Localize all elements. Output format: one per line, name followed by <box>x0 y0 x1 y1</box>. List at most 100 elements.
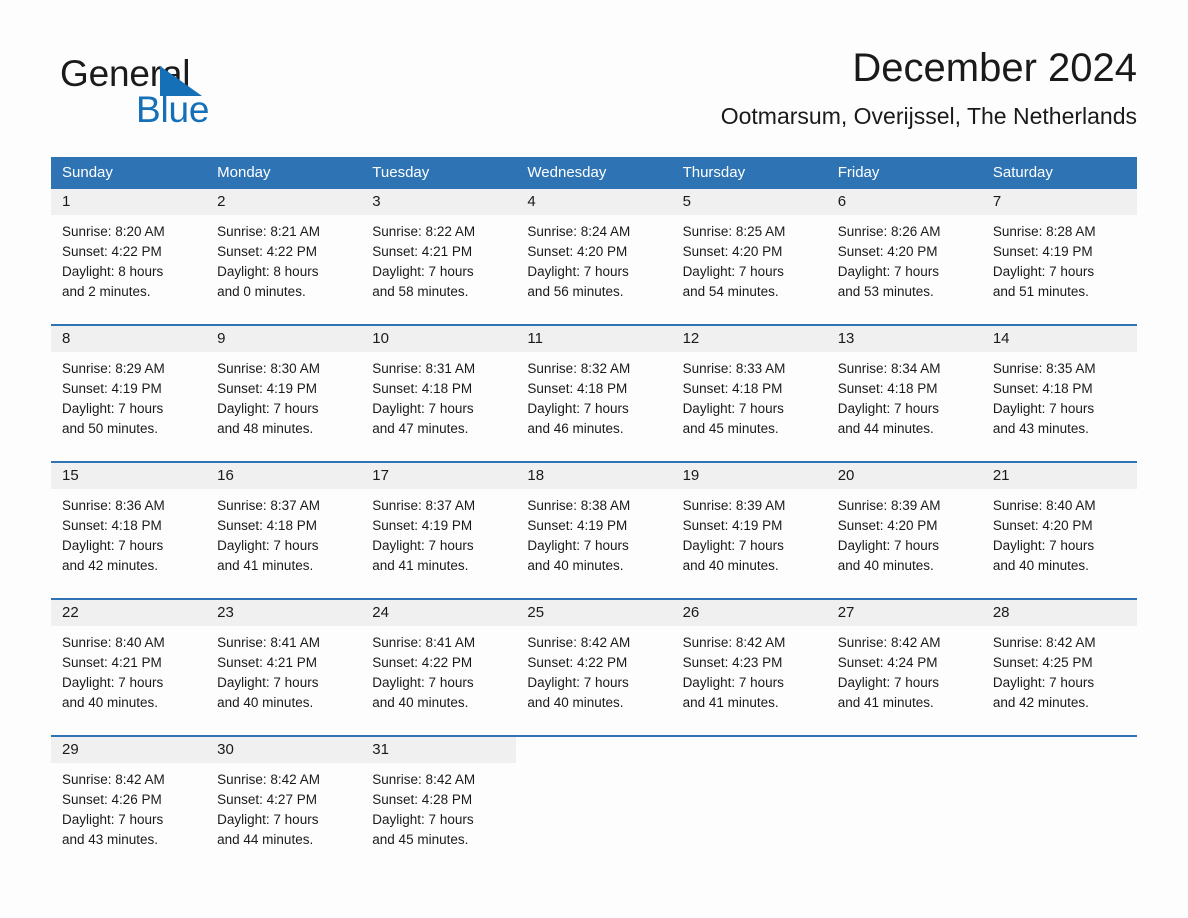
daylight-text-line2: and 40 minutes. <box>527 558 624 573</box>
sunrise-text: Sunrise: 8:29 AM <box>62 361 165 376</box>
day-details: Sunrise: 8:42 AM Sunset: 4:23 PM Dayligh… <box>672 626 827 713</box>
weekday-header-row: Sunday Monday Tuesday Wednesday Thursday… <box>51 157 1137 189</box>
calendar-day-cell[interactable]: 12 Sunrise: 8:33 AM Sunset: 4:18 PM Dayl… <box>671 326 827 461</box>
day-number: 31 <box>361 737 517 763</box>
daylight-text-line1: Daylight: 7 hours <box>682 401 784 416</box>
sunrise-text: Sunrise: 8:42 AM <box>527 635 631 650</box>
calendar-day-cell[interactable]: 1 Sunrise: 8:20 AM Sunset: 4:22 PM Dayli… <box>51 189 207 324</box>
daylight-text-line2: and 40 minutes. <box>217 695 314 710</box>
sunset-text: Sunset: 4:20 PM <box>992 518 1093 533</box>
calendar-day-cell[interactable]: 26 Sunrise: 8:42 AM Sunset: 4:23 PM Dayl… <box>671 600 827 735</box>
sunrise-text: Sunrise: 8:40 AM <box>992 498 1096 513</box>
day-number: 14 <box>981 326 1137 352</box>
sunrise-text: Sunrise: 8:36 AM <box>62 498 165 513</box>
calendar-week-row: 1 Sunrise: 8:20 AM Sunset: 4:22 PM Dayli… <box>51 189 1137 324</box>
calendar-day-cell[interactable]: 7 Sunrise: 8:28 AM Sunset: 4:19 PM Dayli… <box>981 189 1137 324</box>
daylight-text-line2: and 56 minutes. <box>527 284 624 299</box>
day-number: 10 <box>361 326 517 352</box>
calendar-day-cell[interactable]: 20 Sunrise: 8:39 AM Sunset: 4:20 PM Dayl… <box>826 463 982 598</box>
daylight-text-line1: Daylight: 7 hours <box>62 401 164 416</box>
calendar-day-cell[interactable]: 4 Sunrise: 8:24 AM Sunset: 4:20 PM Dayli… <box>516 189 672 324</box>
calendar-day-cell[interactable]: 14 Sunrise: 8:35 AM Sunset: 4:18 PM Dayl… <box>981 326 1137 461</box>
day-details: Sunrise: 8:42 AM Sunset: 4:22 PM Dayligh… <box>516 626 671 713</box>
sunset-text: Sunset: 4:21 PM <box>372 244 473 259</box>
sunset-text: Sunset: 4:22 PM <box>527 655 628 670</box>
daylight-text-line2: and 2 minutes. <box>62 284 151 299</box>
daylight-text-line2: and 45 minutes. <box>372 832 469 847</box>
sunset-text: Sunset: 4:22 PM <box>372 655 473 670</box>
calendar-day-cell[interactable]: 17 Sunrise: 8:37 AM Sunset: 4:19 PM Dayl… <box>361 463 517 598</box>
daylight-text-line1: Daylight: 7 hours <box>62 538 164 553</box>
day-number: 22 <box>51 600 207 626</box>
day-number: 20 <box>826 463 982 489</box>
day-number: 23 <box>206 600 362 626</box>
sunset-text: Sunset: 4:18 PM <box>527 381 628 396</box>
sunset-text: Sunset: 4:18 PM <box>217 518 317 533</box>
calendar-day-cell[interactable]: 27 Sunrise: 8:42 AM Sunset: 4:24 PM Dayl… <box>826 600 982 735</box>
calendar-day-cell[interactable]: 5 Sunrise: 8:25 AM Sunset: 4:20 PM Dayli… <box>671 189 827 324</box>
weekday-header-sunday: Sunday <box>62 164 113 181</box>
sunset-text: Sunset: 4:19 PM <box>527 518 628 533</box>
calendar-day-cell[interactable]: 25 Sunrise: 8:42 AM Sunset: 4:22 PM Dayl… <box>516 600 672 735</box>
daylight-text-line1: Daylight: 7 hours <box>992 538 1095 553</box>
calendar-day-cell[interactable]: 23 Sunrise: 8:41 AM Sunset: 4:21 PM Dayl… <box>206 600 362 735</box>
weekday-header-saturday: Saturday <box>992 164 1053 181</box>
sunrise-text: Sunrise: 8:39 AM <box>837 498 941 513</box>
sunrise-text: Sunrise: 8:20 AM <box>62 224 165 239</box>
sunset-text: Sunset: 4:19 PM <box>372 518 473 533</box>
calendar-day-cell[interactable]: 24 Sunrise: 8:41 AM Sunset: 4:22 PM Dayl… <box>361 600 517 735</box>
daylight-text-line1: Daylight: 7 hours <box>217 675 319 690</box>
day-details: Sunrise: 8:26 AM Sunset: 4:20 PM Dayligh… <box>827 215 982 302</box>
calendar-day-cell[interactable]: 30 Sunrise: 8:42 AM Sunset: 4:27 PM Dayl… <box>206 737 362 872</box>
day-details: Sunrise: 8:42 AM Sunset: 4:26 PM Dayligh… <box>51 763 206 850</box>
daylight-text-line1: Daylight: 7 hours <box>527 538 629 553</box>
calendar-day-cell[interactable]: 9 Sunrise: 8:30 AM Sunset: 4:19 PM Dayli… <box>206 326 362 461</box>
calendar-day-cell[interactable]: 11 Sunrise: 8:32 AM Sunset: 4:18 PM Dayl… <box>516 326 672 461</box>
day-details: Sunrise: 8:33 AM Sunset: 4:18 PM Dayligh… <box>672 352 827 439</box>
day-details: Sunrise: 8:34 AM Sunset: 4:18 PM Dayligh… <box>827 352 982 439</box>
sunset-text: Sunset: 4:18 PM <box>62 518 162 533</box>
daylight-text-line1: Daylight: 7 hours <box>992 675 1095 690</box>
calendar-day-cell[interactable]: 22 Sunrise: 8:40 AM Sunset: 4:21 PM Dayl… <box>51 600 207 735</box>
daylight-text-line2: and 40 minutes. <box>372 695 469 710</box>
sunset-text: Sunset: 4:22 PM <box>62 244 162 259</box>
day-details: Sunrise: 8:21 AM Sunset: 4:22 PM Dayligh… <box>206 215 361 302</box>
sunrise-text: Sunrise: 8:39 AM <box>682 498 786 513</box>
day-number: 5 <box>671 189 827 215</box>
calendar-day-cell[interactable]: 29 Sunrise: 8:42 AM Sunset: 4:26 PM Dayl… <box>51 737 207 872</box>
day-number: 25 <box>516 600 672 626</box>
daylight-text-line1: Daylight: 8 hours <box>217 264 319 279</box>
calendar-day-cell[interactable]: 13 Sunrise: 8:34 AM Sunset: 4:18 PM Dayl… <box>826 326 982 461</box>
calendar-day-cell[interactable]: 19 Sunrise: 8:39 AM Sunset: 4:19 PM Dayl… <box>671 463 827 598</box>
calendar-day-cell[interactable]: 6 Sunrise: 8:26 AM Sunset: 4:20 PM Dayli… <box>826 189 982 324</box>
day-details: Sunrise: 8:32 AM Sunset: 4:18 PM Dayligh… <box>516 352 671 439</box>
sunset-text: Sunset: 4:19 PM <box>682 518 783 533</box>
daylight-text-line1: Daylight: 7 hours <box>372 675 474 690</box>
calendar-day-cell[interactable]: 10 Sunrise: 8:31 AM Sunset: 4:18 PM Dayl… <box>361 326 517 461</box>
sunset-text: Sunset: 4:18 PM <box>992 381 1093 396</box>
calendar-day-cell[interactable]: 3 Sunrise: 8:22 AM Sunset: 4:21 PM Dayli… <box>361 189 517 324</box>
day-details: Sunrise: 8:41 AM Sunset: 4:22 PM Dayligh… <box>361 626 516 713</box>
sunrise-text: Sunrise: 8:26 AM <box>837 224 941 239</box>
calendar-day-cell[interactable]: 31 Sunrise: 8:42 AM Sunset: 4:28 PM Dayl… <box>361 737 517 872</box>
title-block: December 2024 Ootmarsum, Overijssel, The… <box>721 44 1137 130</box>
day-details: Sunrise: 8:42 AM Sunset: 4:28 PM Dayligh… <box>361 763 516 850</box>
calendar-day-cell[interactable]: 2 Sunrise: 8:21 AM Sunset: 4:22 PM Dayli… <box>206 189 362 324</box>
daylight-text-line2: and 42 minutes. <box>992 695 1089 710</box>
calendar-day-cell[interactable]: 8 Sunrise: 8:29 AM Sunset: 4:19 PM Dayli… <box>51 326 207 461</box>
sunrise-text: Sunrise: 8:28 AM <box>992 224 1096 239</box>
day-details: Sunrise: 8:42 AM Sunset: 4:27 PM Dayligh… <box>206 763 361 850</box>
day-details: Sunrise: 8:35 AM Sunset: 4:18 PM Dayligh… <box>982 352 1137 439</box>
daylight-text-line1: Daylight: 7 hours <box>682 264 784 279</box>
sunrise-text: Sunrise: 8:30 AM <box>217 361 320 376</box>
day-details: Sunrise: 8:37 AM Sunset: 4:19 PM Dayligh… <box>361 489 516 576</box>
calendar-day-cell[interactable]: 16 Sunrise: 8:37 AM Sunset: 4:18 PM Dayl… <box>206 463 362 598</box>
sunset-text: Sunset: 4:20 PM <box>682 244 783 259</box>
sunrise-text: Sunrise: 8:37 AM <box>217 498 320 513</box>
calendar-day-cell[interactable]: 28 Sunrise: 8:42 AM Sunset: 4:25 PM Dayl… <box>981 600 1137 735</box>
calendar-day-cell[interactable]: 21 Sunrise: 8:40 AM Sunset: 4:20 PM Dayl… <box>981 463 1137 598</box>
calendar-day-cell[interactable]: 18 Sunrise: 8:38 AM Sunset: 4:19 PM Dayl… <box>516 463 672 598</box>
daylight-text-line2: and 48 minutes. <box>217 421 314 436</box>
daylight-text-line2: and 53 minutes. <box>837 284 934 299</box>
calendar-day-cell[interactable]: 15 Sunrise: 8:36 AM Sunset: 4:18 PM Dayl… <box>51 463 207 598</box>
